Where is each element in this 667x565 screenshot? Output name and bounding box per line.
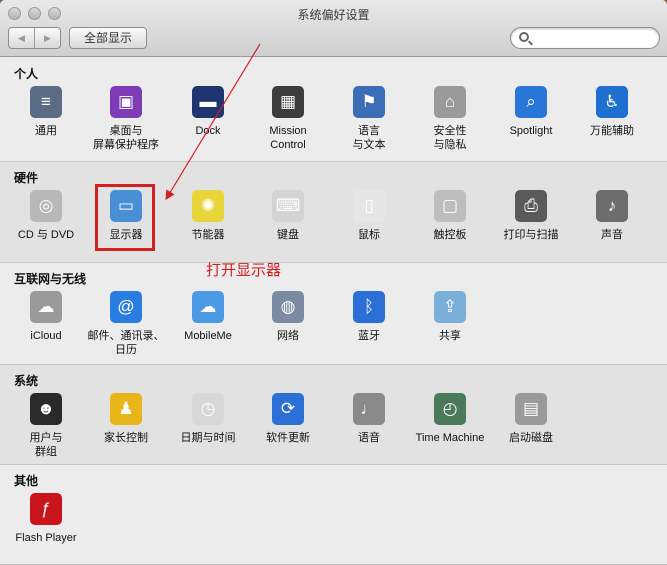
system-preferences-window: 系统偏好设置 ◀ ▶ 全部显示 个人≡通用▣桌面与 屏幕保护程序▬Dock▦Mi…	[0, 0, 667, 565]
annotation-arrow	[165, 43, 261, 201]
